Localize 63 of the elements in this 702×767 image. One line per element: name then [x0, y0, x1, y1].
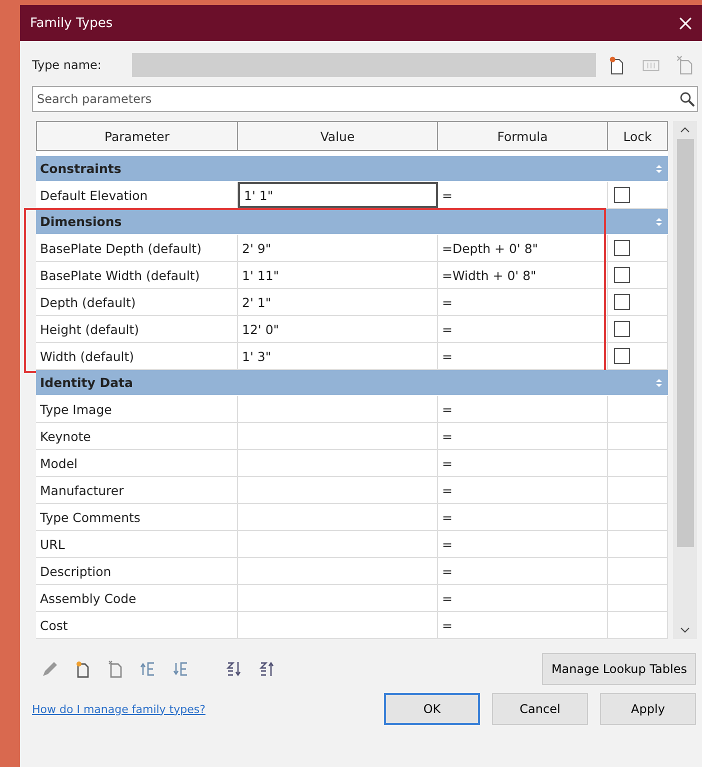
formula-cell: = — [438, 316, 608, 342]
value-cell: 12' 0" — [238, 316, 438, 342]
parameter-cell: Keynote — [36, 423, 238, 449]
parameter-cell: Model — [36, 450, 238, 476]
parameter-cell: Cost — [36, 612, 238, 638]
lock-checkbox[interactable] — [614, 240, 630, 256]
lock-checkbox[interactable] — [614, 321, 630, 337]
formula-cell: = — [438, 289, 608, 315]
window-title: Family Types — [30, 16, 114, 30]
search-field[interactable]: Search parameters — [32, 86, 698, 112]
lock-checkbox[interactable] — [614, 267, 630, 283]
column-header[interactable]: Formula — [438, 122, 608, 150]
formula-cell: = — [438, 585, 608, 611]
formula-cell: = — [438, 531, 608, 557]
scroll-down-icon[interactable] — [680, 627, 690, 633]
parameter-cell: Depth (default) — [36, 289, 238, 315]
column-header[interactable]: Lock — [608, 122, 668, 150]
pencil-icon[interactable] — [40, 659, 60, 679]
dialog-button[interactable]: Cancel — [492, 693, 588, 725]
formula-cell: = — [438, 504, 608, 530]
group-header[interactable]: Constraints — [40, 161, 656, 176]
parameter-cell: Assembly Code — [36, 585, 238, 611]
lock-checkbox[interactable] — [614, 187, 630, 203]
formula-cell: = — [438, 396, 608, 422]
scroll-up-icon[interactable] — [680, 127, 690, 133]
group-header[interactable]: Dimensions — [40, 214, 656, 229]
value-field[interactable]: 1' 1" — [238, 182, 438, 208]
value-cell: 1' 3" — [238, 343, 438, 369]
parameter-cell: BasePlate Width (default) — [36, 262, 238, 288]
manage-lookup-tables-button[interactable]: Manage Lookup Tables — [542, 653, 696, 685]
value-cell: 2' 1" — [238, 289, 438, 315]
dialog-button[interactable]: OK — [384, 693, 480, 725]
formula-cell: = — [438, 450, 608, 476]
group-header[interactable]: Identity Data — [40, 375, 656, 390]
parameter-cell: Height (default) — [36, 316, 238, 342]
formula-cell: = — [438, 423, 608, 449]
parameter-cell: Width (default) — [36, 343, 238, 369]
value-cell: 1' 11" — [238, 262, 438, 288]
column-header[interactable]: Value — [238, 122, 438, 150]
column-header[interactable]: Parameter — [36, 122, 238, 150]
parameter-cell: Type Comments — [36, 504, 238, 530]
type-name-field[interactable] — [132, 53, 596, 77]
type-name-label: Type name: — [32, 58, 102, 72]
parameter-cell: URL — [36, 531, 238, 557]
parameter-cell: BasePlate Depth (default) — [36, 235, 238, 261]
parameter-cell: Manufacturer — [36, 477, 238, 503]
formula-cell: = — [438, 558, 608, 584]
lock-checkbox[interactable] — [614, 294, 630, 310]
formula-cell: = — [438, 343, 608, 369]
formula-cell: =Depth + 0' 8" — [438, 235, 608, 261]
help-link[interactable]: How do I manage family types? — [32, 702, 206, 716]
parameter-cell: Description — [36, 558, 238, 584]
dialog-button[interactable]: Apply — [600, 693, 696, 725]
formula-cell: =Width + 0' 8" — [438, 262, 608, 288]
search-icon[interactable] — [679, 91, 695, 107]
parameter-cell: Type Image — [36, 396, 238, 422]
formula-cell: = — [438, 477, 608, 503]
formula-cell: = — [438, 612, 608, 638]
value-cell: 2' 9" — [238, 235, 438, 261]
close-icon[interactable] — [679, 16, 692, 30]
formula-cell: = — [438, 182, 608, 208]
scrollbar[interactable] — [673, 121, 697, 639]
lock-checkbox[interactable] — [614, 348, 630, 364]
